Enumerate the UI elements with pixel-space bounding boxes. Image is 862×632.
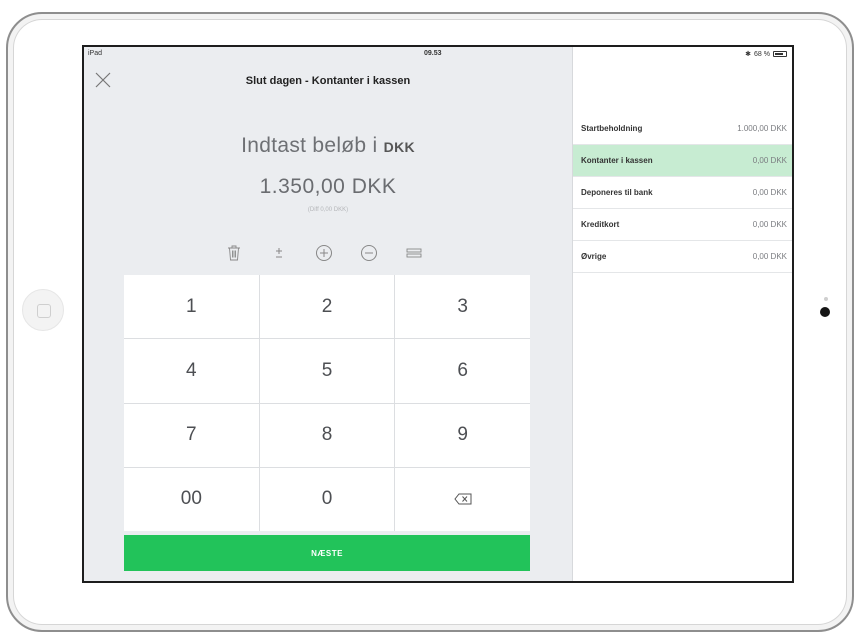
equals-icon[interactable] <box>404 243 424 263</box>
backspace-key[interactable] <box>395 467 530 531</box>
screen: iPad 09.53 Slut dagen - Kontanter i kass… <box>82 45 794 583</box>
summary-row-kreditkort[interactable]: Kreditkort 0,00 DKK <box>573 209 792 241</box>
key-5[interactable]: 5 <box>259 339 395 403</box>
battery-icon <box>773 51 787 57</box>
key-8[interactable]: 8 <box>259 403 395 467</box>
trash-icon[interactable] <box>224 243 244 263</box>
summary-value: 0,00 DKK <box>752 188 787 197</box>
key-4[interactable]: 4 <box>124 339 259 403</box>
summary-row-kontanter[interactable]: Kontanter i kassen 0,00 DKK <box>573 145 792 177</box>
summary-list: Startbeholdning 1.000,00 DKK Kontanter i… <box>573 113 792 273</box>
numeric-keypad: 1 2 3 4 5 6 7 8 9 00 0 <box>124 275 530 531</box>
summary-panel: ✱ 68 % Startbeholdning 1.000,00 DKK Kont… <box>572 47 792 581</box>
summary-row-startbeholdning[interactable]: Startbeholdning 1.000,00 DKK <box>573 113 792 145</box>
summary-label: Deponeres til bank <box>581 188 653 197</box>
summary-row-deponeres[interactable]: Deponeres til bank 0,00 DKK <box>573 177 792 209</box>
camera <box>820 307 830 317</box>
key-0[interactable]: 0 <box>259 467 395 531</box>
battery-percent: 68 % <box>754 50 770 58</box>
summary-value: 0,00 DKK <box>752 220 787 229</box>
summary-row-ovrige[interactable]: Øvrige 0,00 DKK <box>573 241 792 273</box>
status-device: iPad <box>88 50 103 57</box>
home-square-icon <box>37 304 51 318</box>
summary-label: Startbeholdning <box>581 124 643 133</box>
diff-text: (Diff 0,00 DKK) <box>307 207 349 213</box>
page-title: Slut dagen - Kontanter i kassen <box>245 75 411 87</box>
status-right: ✱ 68 % <box>745 50 787 58</box>
summary-value: 0,00 DKK <box>752 156 787 165</box>
key-2[interactable]: 2 <box>259 275 395 339</box>
summary-value: 0,00 DKK <box>752 252 787 261</box>
currency-label: DKK <box>383 139 415 155</box>
key-7[interactable]: 7 <box>124 403 259 467</box>
entry-panel: iPad 09.53 Slut dagen - Kontanter i kass… <box>84 47 572 581</box>
summary-label: Øvrige <box>581 252 607 261</box>
status-time: 09.53 <box>424 50 442 57</box>
tool-bar <box>224 243 424 263</box>
plus-minus-icon[interactable] <box>269 243 289 263</box>
home-button[interactable] <box>22 289 64 331</box>
amount-prompt: Indtast beløb i DKK <box>84 134 572 158</box>
prompt-text: Indtast beløb i <box>241 134 378 157</box>
amount-display: 1.350,00 DKK <box>259 175 397 198</box>
summary-label: Kontanter i kassen <box>581 156 653 165</box>
backspace-icon <box>454 493 472 505</box>
key-3[interactable]: 3 <box>395 275 530 339</box>
circle-minus-icon[interactable] <box>359 243 379 263</box>
key-9[interactable]: 9 <box>395 403 530 467</box>
key-6[interactable]: 6 <box>395 339 530 403</box>
sensor-dot <box>824 297 828 301</box>
key-1[interactable]: 1 <box>124 275 259 339</box>
key-00[interactable]: 00 <box>124 467 259 531</box>
summary-label: Kreditkort <box>581 220 620 229</box>
circle-plus-icon[interactable] <box>314 243 334 263</box>
bluetooth-icon: ✱ <box>745 51 752 58</box>
summary-value: 1.000,00 DKK <box>737 124 787 133</box>
next-button[interactable]: NÆSTE <box>124 535 530 571</box>
